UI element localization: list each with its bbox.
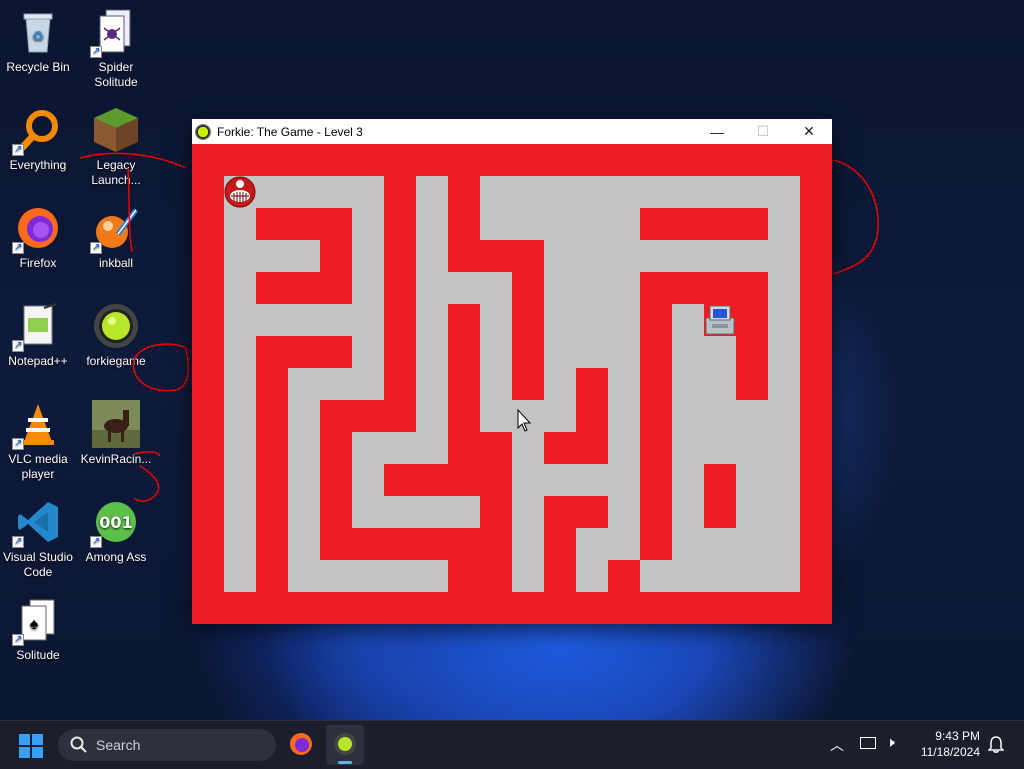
search-icon	[70, 736, 87, 753]
forkie-gear-icon	[195, 123, 211, 140]
desktop-icon-label: Visual Studio Code	[3, 550, 73, 579]
maze-canvas[interactable]	[192, 144, 832, 624]
desktop-icon-label: Firefox	[19, 256, 57, 270]
volume-muted-icon[interactable]: 🕨	[886, 734, 895, 751]
desktop-icon-everything[interactable]: Everything	[0, 106, 76, 173]
minimize-button[interactable]: —	[694, 119, 740, 144]
svg-text:♻: ♻	[32, 28, 45, 44]
desktop-icon-label: VLC media player	[8, 452, 68, 481]
taskbar-firefox-button[interactable]	[288, 731, 316, 759]
desktop-icon-label: Among Ass	[85, 550, 147, 564]
desktop-icon-recycle-bin[interactable]: ♻ Recycle Bin	[0, 8, 76, 75]
shortcut-arrow-icon	[12, 534, 24, 549]
among-ass-icon: 001	[90, 498, 140, 549]
playing-cards-icon: ♠	[12, 596, 62, 647]
start-button[interactable]	[18, 733, 44, 759]
close-button[interactable]: ✕	[786, 119, 832, 144]
svg-text:001: 001	[99, 513, 132, 532]
window-titlebar[interactable]: Forkie: The Game - Level 3 — ☐ ✕	[192, 119, 832, 144]
shortcut-arrow-icon	[90, 240, 102, 255]
network-icon[interactable]	[860, 737, 876, 749]
desktop-icon-label: Solitude	[16, 648, 60, 662]
spider-cards-icon	[90, 8, 140, 59]
desktop-icon-vscode[interactable]: Visual Studio Code	[0, 498, 76, 580]
desktop-icon-label: Legacy Launch...	[91, 158, 141, 187]
desktop-icon-legacy-launcher[interactable]: Legacy Launch...	[78, 106, 154, 188]
desktop-icon-kevinracing[interactable]: KevinRacin...	[78, 400, 154, 467]
shortcut-arrow-icon	[90, 44, 102, 59]
horse-photo-icon	[92, 400, 140, 448]
search-placeholder: Search	[96, 737, 141, 753]
desktop-icon-notepad-plus-plus[interactable]: Notepad++	[0, 302, 76, 369]
inkball-icon	[90, 204, 140, 255]
clock[interactable]: 9:43 PM 11/18/2024	[912, 729, 980, 759]
desktop-icon-forkiegame[interactable]: forkiegame	[78, 302, 154, 369]
forkie-gear-icon	[92, 302, 140, 350]
taskbar-forkiegame-button[interactable]	[326, 725, 364, 765]
shortcut-arrow-icon	[12, 436, 24, 451]
shortcut-arrow-icon	[12, 240, 24, 255]
desktop-icon-label: inkball	[98, 256, 134, 270]
desktop-icon-label: Recycle Bin	[6, 60, 70, 74]
player-forkie-icon	[224, 176, 256, 208]
desktop-icon-solitude[interactable]: ♠ Solitude	[0, 596, 76, 663]
notepad-plus-plus-icon	[12, 302, 62, 353]
desktop-icon-inkball[interactable]: inkball	[78, 204, 154, 271]
active-indicator	[338, 761, 352, 764]
firefox-icon	[12, 204, 62, 255]
notification-bell-icon[interactable]	[987, 735, 1005, 753]
forkie-gear-icon	[334, 733, 356, 755]
desktop-icon-label: Notepad++	[8, 354, 68, 368]
magnifier-icon	[12, 106, 62, 157]
vlc-cone-icon	[12, 400, 62, 451]
desktop-icon-firefox[interactable]: Firefox	[0, 204, 76, 271]
clock-date: 11/18/2024	[920, 745, 980, 759]
maximize-button[interactable]: ☐	[740, 119, 786, 144]
taskbar: Search ︿ 🕨 9:43 PM 11/18/2024	[0, 720, 1024, 769]
shortcut-arrow-icon	[12, 632, 24, 647]
desktop-icon-label: KevinRacin...	[80, 452, 152, 466]
desktop-icon-label: Spider Solitude	[94, 60, 138, 89]
shortcut-arrow-icon	[12, 338, 24, 353]
desktop-icon-label: Everything	[9, 158, 67, 172]
desktop-icon-label: forkiegame	[86, 354, 146, 368]
shortcut-arrow-icon	[12, 142, 24, 157]
desktop-icon-vlc[interactable]: VLC media player	[0, 400, 76, 482]
desktop-icon-spider-solitude[interactable]: Spider Solitude	[78, 8, 154, 90]
clock-time: 9:43 PM	[935, 729, 980, 743]
desktop-icon-among-ass[interactable]: 001 Among Ass	[78, 498, 154, 565]
window-title: Forkie: The Game - Level 3	[217, 124, 363, 139]
taskbar-search-box[interactable]: Search	[58, 729, 276, 761]
game-window: Forkie: The Game - Level 3 — ☐ ✕	[192, 119, 832, 624]
svg-text:♠: ♠	[30, 616, 39, 633]
recycle-bin-icon: ♻	[14, 8, 62, 56]
windows-logo-icon	[19, 734, 43, 758]
grass-block-icon	[92, 106, 140, 154]
tray-chevron-up-icon[interactable]: ︿	[830, 735, 844, 755]
vscode-icon	[12, 498, 62, 549]
firefox-icon	[290, 733, 312, 755]
shortcut-arrow-icon	[90, 534, 102, 549]
goal-computer-icon	[705, 305, 735, 335]
